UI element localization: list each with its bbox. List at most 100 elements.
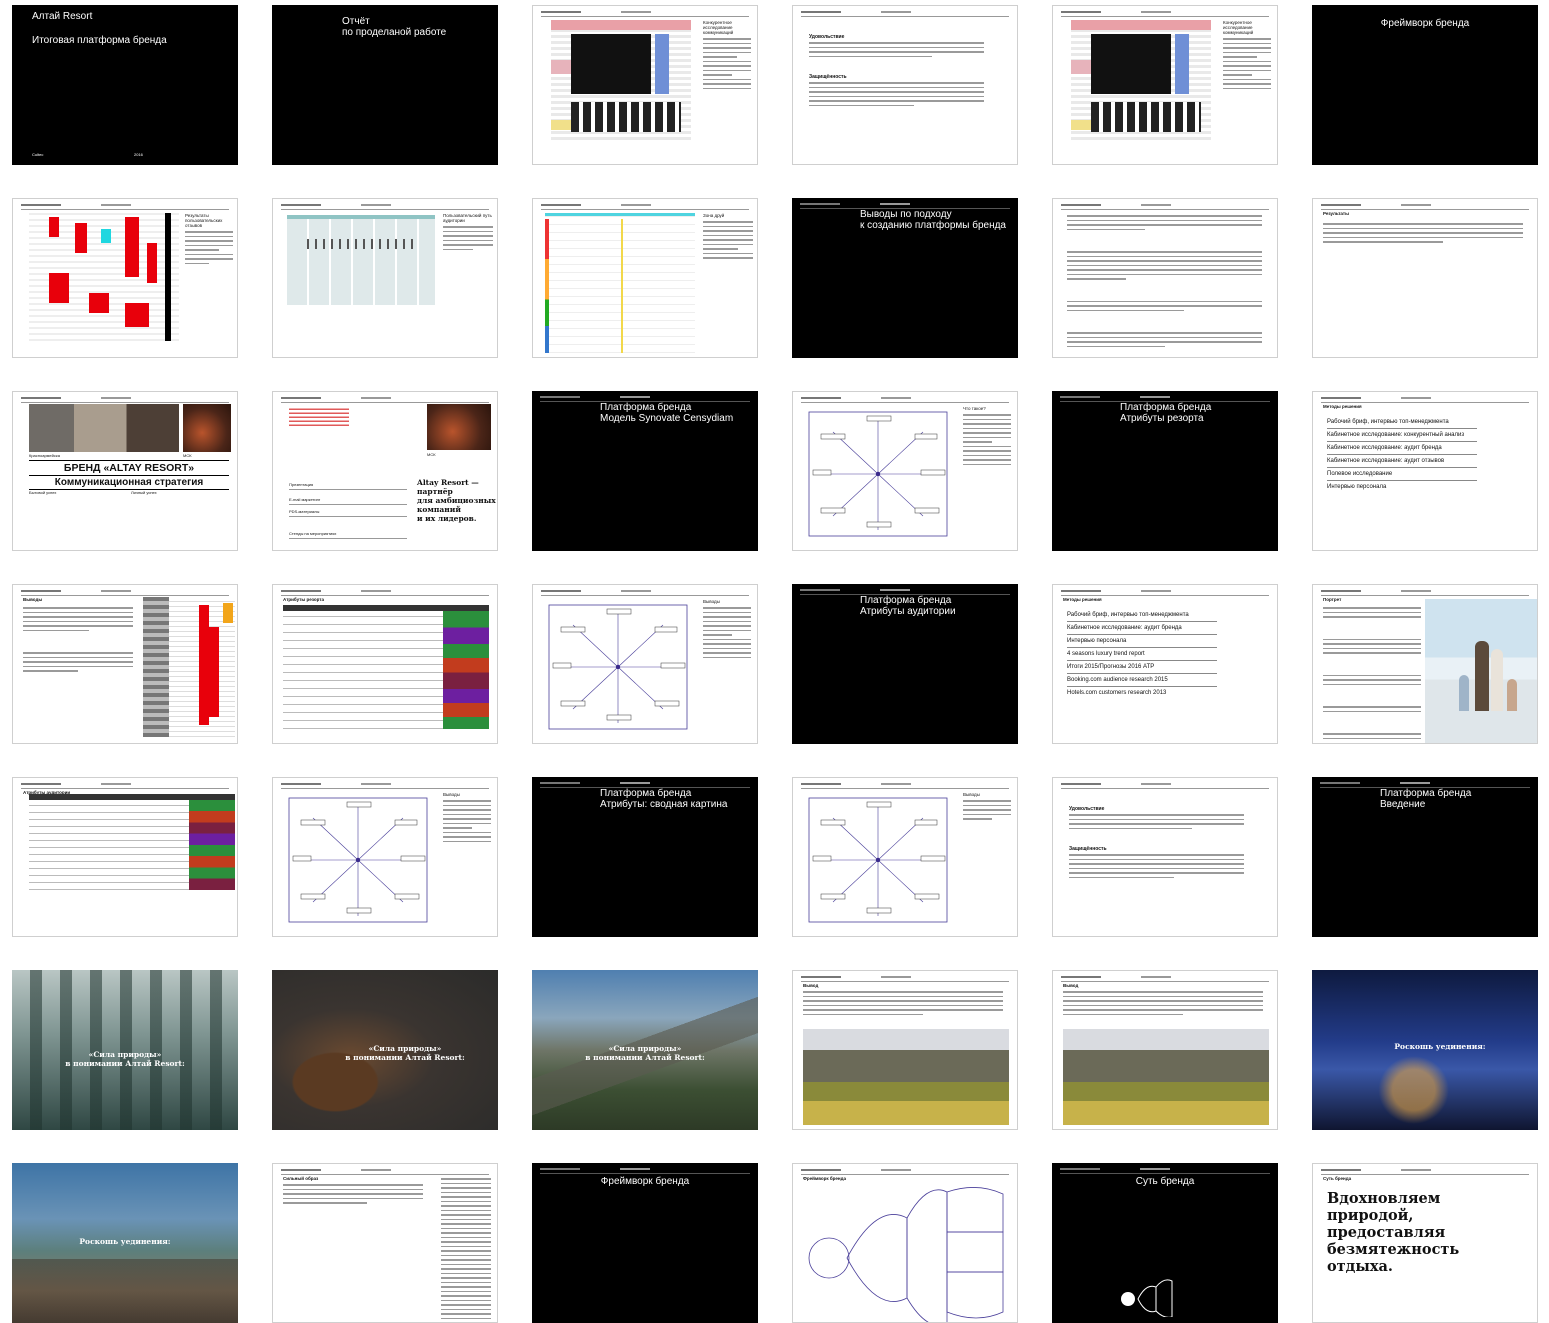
slide-header-rule [1321,590,1529,596]
slide-thumbnail-18[interactable]: Методы решения Рабочий бриф, интервью то… [1312,391,1538,551]
method-item: Кабинетное исследование: аудит отзывов [1327,455,1477,468]
strategy-subheadline: Коммуникационная стратегия [29,476,229,490]
slide-heading: Суть бренда [1323,1176,1352,1181]
slide-thumbnail-21[interactable]: Выводы [532,584,758,744]
slide-thumbnail-29[interactable]: Удовольствие Защищённость [1052,777,1278,937]
valley-photo [1063,1029,1269,1125]
methods-list: Рабочий бриф, интервью топ-менеджмента К… [1327,416,1477,493]
slide-header-rule [540,1168,750,1174]
slide-thumbnail-37[interactable]: Роскошь уединения: [12,1163,238,1323]
slide-thumbnail-39[interactable]: Фреймворк бренда [532,1163,758,1323]
caption-right: МСК [427,452,436,457]
slide-thumbnail-24[interactable]: Портрет [1312,584,1538,744]
slide-thumbnail-32[interactable]: «Сила природы» в понимании Алтай Resort: [272,970,498,1130]
slide-thumbnail-40[interactable]: Фреймворк бренда [792,1163,1018,1323]
attribute-table [283,605,489,729]
slide-thumbnail-12[interactable]: Результаты [1312,198,1538,358]
slide-header-rule [281,397,489,403]
slide-thumbnail-1[interactable]: Алтай Resort Итоговая платформа бренда C… [12,5,238,165]
slide-header-rule [1061,11,1269,17]
method-item: 4 seasons luxury trend report [1067,648,1217,661]
slide-header-rule [1321,1169,1529,1175]
brand-headline: БРЕНД «ALTAY RESORT» [29,460,229,476]
slide-heading: Что такое? [963,406,986,411]
method-item: Кабинетное исследование: конкурентный ан… [1327,429,1477,442]
slide-heading: Выводы [443,792,460,797]
channel-item: E-mail маркетинг [289,490,407,505]
slide-thumbnail-27[interactable]: Платформа бренда Атрибуты: сводная карти… [532,777,758,937]
slide-title: Платформа бренда [1380,788,1472,799]
slide-thumbnail-31[interactable]: «Сила природы» в понимании Алтай Resort: [12,970,238,1130]
slide-header-rule [541,204,749,210]
slide-thumbnail-42[interactable]: Суть бренда Вдохновляем природой, предос… [1312,1163,1538,1323]
side-text: Зона друй [703,213,753,262]
slide-heading: Сильный образ [283,1176,319,1181]
slide-thumbnail-11[interactable] [1052,198,1278,358]
photo-caption: «Сила природы» в понимании Алтай Resort: [585,1044,705,1062]
row-label-right: Личный успех [131,490,157,495]
slide-title: Выводы по подходу к созданию платформы б… [860,209,1006,231]
row-label-left: Бытовой успех [29,490,57,495]
slide-heading: Результаты пользовательских отзывов [185,213,223,228]
slide-thumbnail-3[interactable]: Конкурентное исследование коммуникаций [532,5,758,165]
slide-heading: Методы решения [1323,404,1362,409]
slide-thumbnail-34[interactable]: Вывод [792,970,1018,1130]
slide-header-rule [801,783,1009,789]
side-text [441,1178,491,1322]
slide-thumbnail-14[interactable]: МСК Презентация E-mail маркетинг PDS-мат… [272,391,498,551]
slide-thumbnail-10[interactable]: Выводы по подходу к созданию платформы б… [792,198,1018,358]
slide-heading: Выводы [23,597,43,602]
photo-caption: «Сила природы» в понимании Алтай Resort: [65,1050,185,1068]
side-text: Конкурентное исследование коммуникаций [1223,20,1271,92]
slide-thumbnail-20[interactable]: Атрибуты резорта [272,584,498,744]
slide-thumbnail-6[interactable]: Фреймворк бренда [1312,5,1538,165]
text-block [1067,215,1262,357]
slide-thumbnail-26[interactable]: Выводы [272,777,498,937]
slide-thumbnail-7[interactable]: Результаты пользовательских отзывов [12,198,238,358]
slide-footer-left: Cultec [32,152,44,157]
slide-thumbnail-25[interactable]: Атрибуты аудитории [12,777,238,937]
slide-thumbnail-4[interactable]: Удовольствие Защищённость [792,5,1018,165]
slide-thumbnail-5[interactable]: Конкурентное исследование коммуникаций [1052,5,1278,165]
slide-header-rule [1060,1168,1270,1174]
slide-heading: Вывод [1063,983,1079,988]
slide-thumbnail-17[interactable]: Платформа бренда Атрибуты резорта [1052,391,1278,551]
slide-thumbnail-30[interactable]: Платформа бренда Введение [1312,777,1538,937]
slide-thumbnail-41[interactable]: Суть бренда [1052,1163,1278,1323]
photo-collage [29,404,179,452]
slide-header-rule [801,1169,1009,1175]
slide-thumbnail-19[interactable]: Выводы [12,584,238,744]
slide-thumbnail-35[interactable]: Вывод [1052,970,1278,1130]
photo-caption: Роскошь уединения: [79,1237,171,1246]
slide-header-rule [801,397,1009,403]
slide-heading: Методы решения [1063,597,1102,602]
method-item: Интервью персонала [1067,635,1217,648]
slide-thumbnail-15[interactable]: Платформа бренда Модель Synovate Censydi… [532,391,758,551]
slide-thumbnail-2[interactable]: Отчёт по проделаной работе [272,5,498,165]
slide-thumbnail-9[interactable]: Зона друй [532,198,758,358]
slide-thumbnail-22[interactable]: Платформа бренда Атрибуты аудитории [792,584,1018,744]
red-text-lines [289,406,349,426]
slide-thumbnail-28[interactable]: Выводы [792,777,1018,937]
text-block [1323,607,1421,742]
slide-thumbnail-23[interactable]: Методы решения Рабочий бриф, интервью то… [1052,584,1278,744]
slide-heading: Портрет [1323,597,1342,602]
slide-thumbnail-38[interactable]: Сильный образ [272,1163,498,1323]
section-heading: Защищённость [1069,846,1107,852]
censydiam-radial-diagram [288,797,428,923]
slide-thumbnail-8[interactable]: Пользовательский путь аудитории [272,198,498,358]
slide-thumbnail-36[interactable]: Роскошь уединения: [1312,970,1538,1130]
slide-title: Отчёт по проделаной работе [342,16,447,38]
side-text [703,607,751,661]
slide-thumbnail-16[interactable]: Что такое? [792,391,1018,551]
zone-table [545,213,695,353]
method-item: Кабинетное исследование: аудит бренда [1327,442,1477,455]
slide-heading: Выводы [963,792,980,797]
photo-caption: Роскошь уединения: [1394,1042,1486,1051]
text-block [809,42,984,60]
slide-header-rule [1061,204,1269,210]
slide-title: Алтай Resort [32,11,93,22]
slide-thumbnail-33[interactable]: «Сила природы» в понимании Алтай Resort: [532,970,758,1130]
slide-thumbnail-13[interactable]: Красноармейска МСК БРЕНД «ALTAY RESORT» … [12,391,238,551]
section-heading: Защищённость [809,74,847,80]
